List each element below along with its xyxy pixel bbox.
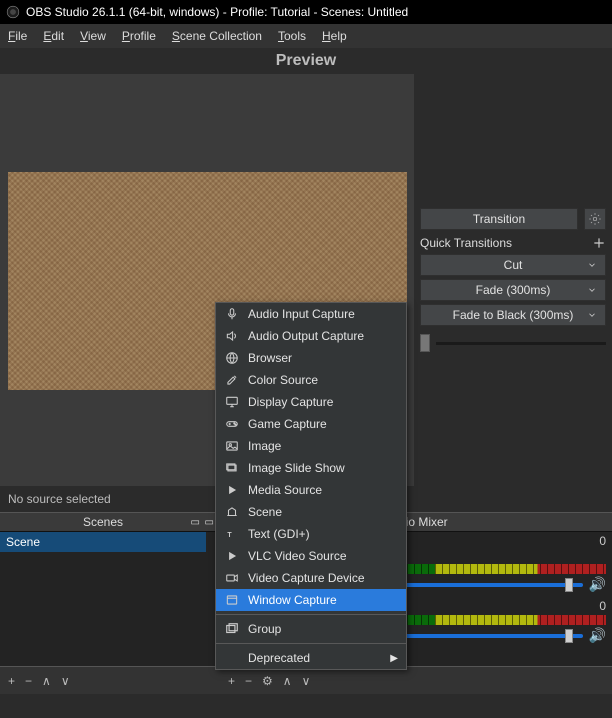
group-icon [224,621,240,637]
sources-toolbar: + − ⚙ ∧ ∨ [220,666,612,694]
titlebar: OBS Studio 26.1.1 (64-bit, windows) - Pr… [0,0,612,24]
globe-icon [224,350,240,366]
cm-browser[interactable]: Browser [216,347,406,369]
transition-duration-slider[interactable] [420,334,606,352]
scenes-header[interactable]: Scenes ▭ [0,512,206,532]
chevron-down-icon [587,310,597,320]
speaker-icon[interactable]: 🔊 [589,627,606,644]
cm-scene[interactable]: Scene [216,501,406,523]
cm-vlc-video-source[interactable]: VLC Video Source [216,545,406,567]
gamepad-icon [224,416,240,432]
submenu-arrow-icon: ▶ [390,653,398,664]
dock-icon[interactable]: ▭ [191,517,200,528]
play-icon [224,482,240,498]
cm-audio-input-capture[interactable]: Audio Input Capture [216,303,406,325]
chevron-down-icon [587,260,597,270]
cm-image-slide-show[interactable]: Image Slide Show [216,457,406,479]
cm-display-capture[interactable]: Display Capture [216,391,406,413]
cm-audio-output-capture[interactable]: Audio Output Capture [216,325,406,347]
scene-item[interactable]: Scene [0,532,206,552]
camera-icon [224,570,240,586]
source-settings-button[interactable]: ⚙ [262,674,273,688]
app-icon [6,5,20,19]
add-quick-transition-button[interactable] [592,236,606,250]
add-source-button[interactable]: + [228,674,235,688]
menu-profile[interactable]: Profile [122,29,156,43]
play-icon [224,548,240,564]
qt-fade[interactable]: Fade (300ms) [420,279,606,301]
image-icon [224,438,240,454]
add-scene-button[interactable]: + [8,674,15,688]
menu-edit[interactable]: Edit [43,29,64,43]
monitor-icon [224,394,240,410]
slider-track [436,342,606,345]
mic-icon [224,306,240,322]
transition-button[interactable]: Transition [420,208,578,230]
menu-scene-collection[interactable]: Scene Collection [172,29,262,43]
remove-source-button[interactable]: − [245,674,252,688]
cm-deprecated[interactable]: Deprecated ▶ [216,647,406,669]
cm-video-capture-device[interactable]: Video Capture Device [216,567,406,589]
source-down-button[interactable]: ∨ [302,674,311,688]
menubar: File Edit View Profile Scene Collection … [0,24,612,48]
text-icon: T [224,526,240,542]
qt-fade-to-black[interactable]: Fade to Black (300ms) [420,304,606,326]
transition-settings-button[interactable] [584,208,606,230]
menu-file[interactable]: File [8,29,27,43]
cm-media-source[interactable]: Media Source [216,479,406,501]
cm-window-capture[interactable]: Window Capture [216,589,406,611]
quick-transitions-label: Quick Transitions [420,236,512,250]
scenes-toolbar: + − ∧ ∨ [0,666,206,694]
slider-thumb[interactable] [420,334,430,352]
menu-tools[interactable]: Tools [278,29,306,43]
qt-cut[interactable]: Cut [420,254,606,276]
window-icon [224,592,240,608]
cm-text-gdi-[interactable]: TText (GDI+) [216,523,406,545]
cm-color-source[interactable]: Color Source [216,369,406,391]
menu-help[interactable]: Help [322,29,347,43]
cm-group[interactable]: Group [216,618,406,640]
scene-down-button[interactable]: ∨ [61,674,70,688]
menu-view[interactable]: View [80,29,106,43]
cm-image[interactable]: Image [216,435,406,457]
add-source-context-menu: Audio Input CaptureAudio Output CaptureB… [215,302,407,670]
svg-text:T: T [227,532,232,539]
cm-game-capture[interactable]: Game Capture [216,413,406,435]
remove-scene-button[interactable]: − [25,674,32,688]
scene-up-button[interactable]: ∧ [42,674,51,688]
slide-icon [224,460,240,476]
window-title: OBS Studio 26.1.1 (64-bit, windows) - Pr… [26,5,408,19]
source-up-button[interactable]: ∧ [283,674,292,688]
scene-icon [224,504,240,520]
chevron-down-icon [587,285,597,295]
speaker-icon[interactable]: 🔊 [589,576,606,593]
brush-icon [224,372,240,388]
preview-label: Preview [0,48,612,74]
spk-icon [224,328,240,344]
